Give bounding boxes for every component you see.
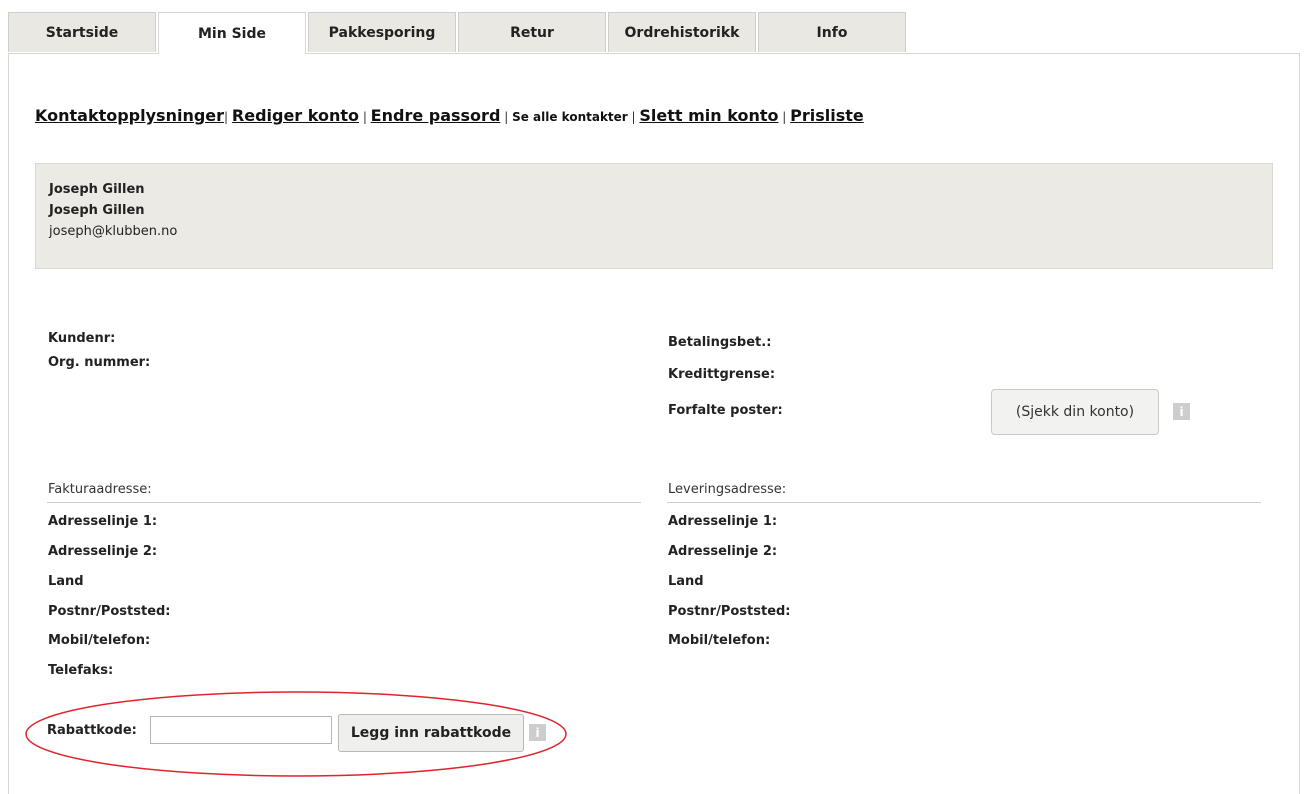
annotation-ellipse (25, 691, 567, 777)
link-prisliste[interactable]: Prisliste (790, 106, 864, 125)
separator: | (778, 110, 791, 124)
divider (47, 502, 641, 503)
profile-contact-name: Joseph Gillen (49, 203, 145, 218)
faktura-land: Land (48, 574, 84, 589)
link-slett-konto[interactable]: Slett min konto (639, 106, 778, 125)
tab-startside[interactable]: Startside (8, 12, 156, 52)
highlight-ellipse (25, 691, 567, 777)
separator: | (627, 110, 640, 124)
faktura-adresselinje-2: Adresselinje 2: (48, 544, 158, 559)
faktura-mobil: Mobil/telefon: (48, 633, 151, 648)
faktura-telefaks: Telefaks: (48, 663, 114, 678)
tab-pakkesporing[interactable]: Pakkesporing (308, 12, 456, 52)
separator: | (500, 110, 513, 124)
separator: | (224, 110, 232, 124)
levering-mobil: Mobil/telefon: (668, 633, 771, 648)
link-endre-passord[interactable]: Endre passord (371, 106, 501, 125)
faktura-adresselinje-1: Adresselinje 1: (48, 514, 158, 529)
check-account-button[interactable]: (Sjekk din konto) (991, 389, 1159, 435)
faktura-postnr: Postnr/Poststed: (48, 604, 171, 619)
tab-ordrehistorikk[interactable]: Ordrehistorikk (608, 12, 756, 52)
kredittgrense-label: Kredittgrense: (668, 367, 776, 382)
main-tabs: Startside Min Side Pakkesporing Retur Or… (8, 12, 908, 54)
org-number-label: Org. nummer: (48, 355, 151, 370)
separator: | (359, 110, 371, 124)
info-icon[interactable]: i (1173, 403, 1190, 420)
account-subnav: Kontaktopplysninger| Rediger konto | End… (35, 106, 864, 125)
betalingsbet-label: Betalingsbet.: (668, 335, 772, 350)
faktura-heading: Fakturaadresse: (48, 482, 152, 497)
link-kontaktopplysninger[interactable]: Kontaktopplysninger (35, 106, 224, 125)
levering-land: Land (668, 574, 704, 589)
profile-name: Joseph Gillen (49, 182, 145, 197)
levering-adresselinje-2: Adresselinje 2: (668, 544, 778, 559)
levering-adresselinje-1: Adresselinje 1: (668, 514, 778, 529)
profile-email: joseph@klubben.no (49, 224, 178, 239)
profile-box: Joseph Gillen Joseph Gillen joseph@klubb… (35, 163, 1273, 269)
link-rediger-konto[interactable]: Rediger konto (232, 106, 359, 125)
tab-retur[interactable]: Retur (458, 12, 606, 52)
link-se-alle-kontakter[interactable]: Se alle kontakter (512, 110, 628, 124)
forfalte-poster-label: Forfalte poster: (668, 403, 783, 418)
tab-info[interactable]: Info (758, 12, 906, 52)
divider (667, 502, 1261, 503)
tab-min-side[interactable]: Min Side (158, 12, 306, 54)
levering-postnr: Postnr/Poststed: (668, 604, 791, 619)
kundenr-label: Kundenr: (48, 331, 116, 346)
levering-heading: Leveringsadresse: (668, 482, 787, 497)
